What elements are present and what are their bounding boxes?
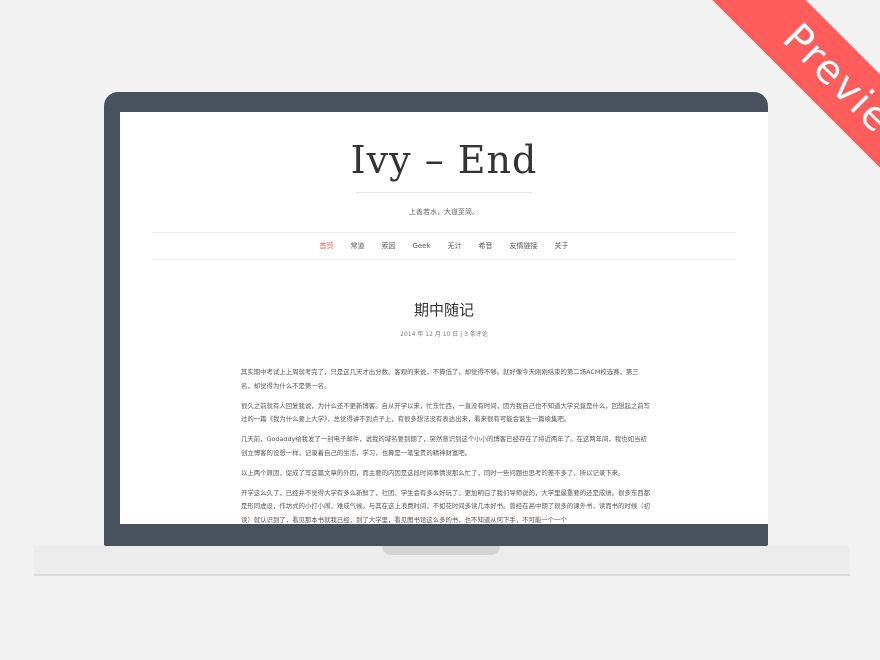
site-title[interactable]: Ivy – End bbox=[120, 138, 768, 182]
title-underline bbox=[356, 192, 532, 193]
main-nav: 首页 常道 索因 Geek 无计 希音 友情链接 关于 bbox=[152, 232, 736, 259]
nav-item-suoyin[interactable]: 索因 bbox=[381, 241, 395, 251]
laptop-notch bbox=[382, 546, 500, 555]
post-title[interactable]: 期中随记 bbox=[120, 299, 768, 320]
nav-item-about[interactable]: 关于 bbox=[555, 241, 569, 251]
nav-item-changdao[interactable]: 常道 bbox=[350, 241, 364, 251]
screen: Ivy – End 上善若水，大道至简。 首页 常道 索因 Geek 无计 希音… bbox=[120, 112, 768, 524]
nav-item-home[interactable]: 首页 bbox=[319, 241, 333, 251]
post-paragraph: 其实期中考试上上周就考完了，只是这几天才出分数。客观的来说，不算低了，却觉得不够… bbox=[241, 368, 639, 390]
post-paragraph: 几天前，Godaddy给我发了一封电子邮件，说我的域名要到期了，突然意识到这个小… bbox=[241, 435, 647, 457]
nav-item-wuji[interactable]: 无计 bbox=[448, 241, 462, 251]
nav-item-links[interactable]: 友情链接 bbox=[510, 241, 538, 251]
nav-item-xiyin[interactable]: 希音 bbox=[479, 241, 493, 251]
site-tagline: 上善若水，大道至简。 bbox=[409, 208, 479, 216]
nav-divider-bottom bbox=[152, 259, 736, 260]
post-paragraph: 以上两个原因，促成了写这篇文章的外因，而主要的内因是这段时间事情没那么忙了，同时… bbox=[241, 468, 625, 477]
post-body: 其实期中考试上上周就考完了，只是这几天才出分数。客观的来说，不算低了，却觉得不够… bbox=[241, 366, 650, 524]
post-paragraph: 开学这么久了，已经并不觉得大学有多么新鲜了，社团、学生会有多么好玩了。更加明白了… bbox=[241, 488, 650, 524]
post-paragraph: 很久之前就有人回复我说，为什么还不更新博客。自从开学以来，忙东忙西，一直没有时间… bbox=[241, 401, 650, 424]
post-meta: 2014 年 12 月 10 日 | 3 条评论 bbox=[400, 331, 488, 338]
nav-item-geek[interactable]: Geek bbox=[412, 242, 430, 250]
